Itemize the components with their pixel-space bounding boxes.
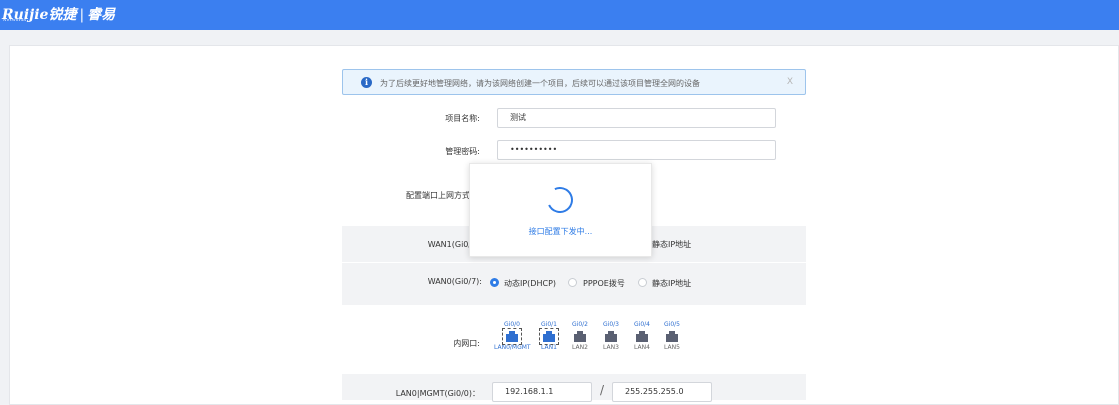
product-name: 睿易 bbox=[87, 7, 116, 23]
info-notice: i 为了后续更好地管理网络，请为该网络创建一个项目，后续可以通过该项目管理全网的… bbox=[342, 69, 806, 95]
lan0-row: LAN0|MGMT(Gi0/0)： 192.168.1.1 / 255.255.… bbox=[342, 374, 806, 402]
info-icon: i bbox=[361, 77, 372, 88]
top-header-bar: Ruijie锐捷 | 睿易 Networks bbox=[0, 0, 1119, 30]
lan0-label: LAN0|MGMT(Gi0/0)： bbox=[395, 389, 480, 398]
wan0-pppoe-radio[interactable] bbox=[568, 278, 577, 287]
ruijie-logo: Ruijie锐捷 | 睿易 Networks bbox=[2, 4, 115, 24]
ethernet-port-icon bbox=[502, 328, 522, 345]
lan0-ip-input[interactable]: 192.168.1.1 bbox=[492, 382, 592, 402]
password-label: 管理密码: bbox=[445, 147, 480, 156]
port-top-label: Gi0/4 bbox=[634, 321, 650, 328]
wan0-dhcp-text: 动态IP(DHCP) bbox=[504, 279, 557, 288]
port-gi0-0[interactable]: Gi0/0 LAN0/MGMT bbox=[494, 321, 531, 351]
port-bottom-label: LAN5 bbox=[664, 344, 680, 351]
loading-text: 接口配置下发中... bbox=[528, 227, 593, 236]
wan0-label: WAN0(Gi0/7): bbox=[427, 277, 482, 286]
close-icon[interactable]: X bbox=[787, 77, 793, 87]
port-gi0-1[interactable]: Gi0/1 LAN1 bbox=[534, 321, 564, 351]
port-bottom-label: LAN3 bbox=[603, 344, 619, 351]
ethernet-port-icon bbox=[634, 330, 650, 343]
notice-message: 为了后续更好地管理网络，请为该网络创建一个项目，后续可以通过该项目管理全网的设备 bbox=[380, 79, 700, 88]
wan0-row: WAN0(Gi0/7): 动态IP(DHCP) PPPOE拨号 静态IP地址 bbox=[342, 263, 806, 305]
wan0-dhcp-radio[interactable] bbox=[490, 278, 499, 287]
port-top-label: Gi0/5 bbox=[664, 321, 680, 328]
brand-separator: | bbox=[79, 7, 85, 23]
uplink-mode-label: 配置端口上网方式 bbox=[406, 191, 470, 200]
port-gi0-3[interactable]: Gi0/3 LAN3 bbox=[596, 321, 626, 351]
port-top-label: Gi0/0 bbox=[504, 321, 520, 328]
brand-sub: Networks bbox=[3, 17, 27, 22]
ethernet-port-icon bbox=[664, 330, 680, 343]
port-top-label: Gi0/2 bbox=[572, 321, 588, 328]
port-gi0-4[interactable]: Gi0/4 LAN4 bbox=[627, 321, 657, 351]
port-top-label: Gi0/3 bbox=[603, 321, 619, 328]
lan-ports-label: 内网口: bbox=[453, 339, 480, 348]
ip-mask-separator: / bbox=[600, 383, 605, 397]
ethernet-port-icon bbox=[603, 330, 619, 343]
port-bottom-label: LAN4 bbox=[634, 344, 650, 351]
lan0-mask-input[interactable]: 255.255.255.0 bbox=[612, 382, 712, 402]
port-gi0-5[interactable]: Gi0/5 LAN5 bbox=[657, 321, 687, 351]
loading-dialog: 接口配置下发中... bbox=[469, 163, 652, 257]
wan0-static-text: 静态IP地址 bbox=[652, 279, 692, 288]
project-name-input[interactable]: 测试 bbox=[497, 108, 776, 128]
password-input[interactable]: •••••••••• bbox=[497, 140, 776, 160]
ethernet-port-icon bbox=[572, 330, 588, 343]
wan1-static-text: 静态IP地址 bbox=[652, 240, 692, 249]
port-bottom-label: LAN1 bbox=[541, 344, 557, 351]
wan1-label: WAN1(Gi0/6): bbox=[427, 240, 482, 249]
loading-spinner-icon bbox=[543, 183, 577, 217]
wan0-pppoe-text: PPPOE拨号 bbox=[583, 279, 625, 288]
port-bottom-label: LAN2 bbox=[572, 344, 588, 351]
port-top-label: Gi0/1 bbox=[541, 321, 557, 328]
ethernet-port-icon bbox=[539, 328, 559, 345]
port-bottom-label: LAN0/MGMT bbox=[494, 344, 531, 351]
wan0-static-radio[interactable] bbox=[638, 278, 647, 287]
project-name-label: 项目名称: bbox=[445, 114, 480, 123]
port-gi0-2[interactable]: Gi0/2 LAN2 bbox=[565, 321, 595, 351]
